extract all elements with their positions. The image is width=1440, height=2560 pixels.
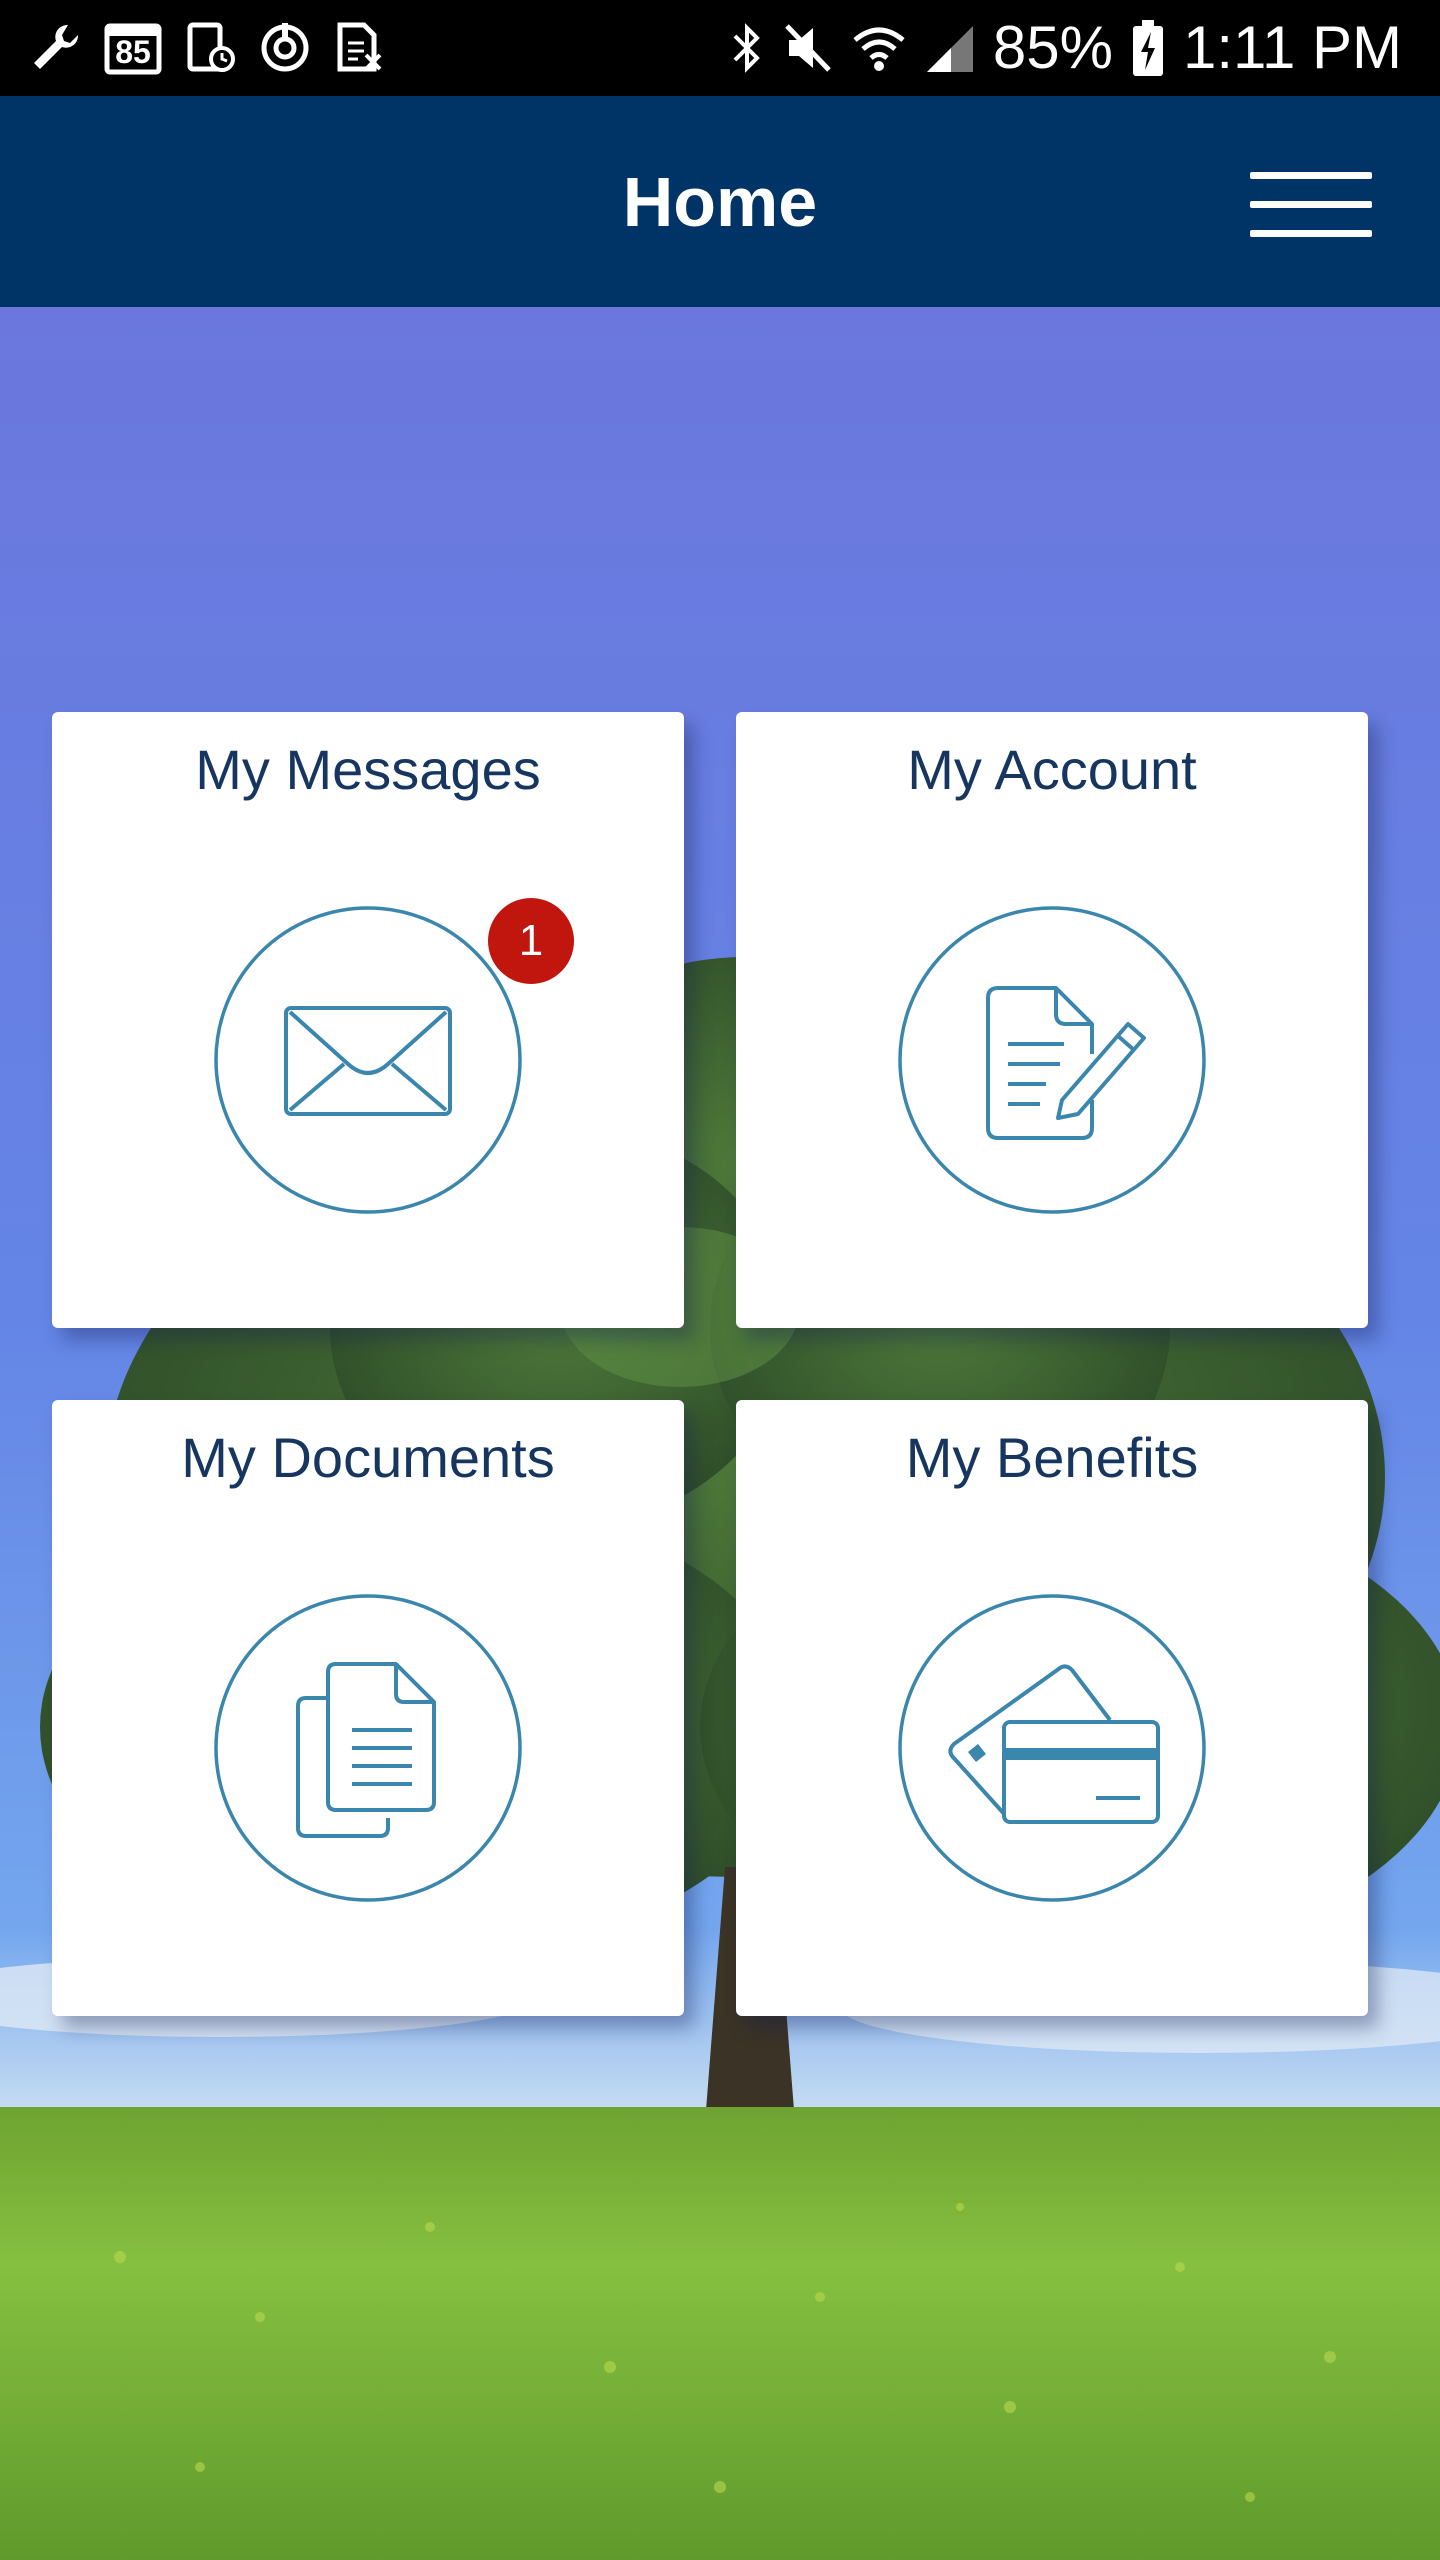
unread-count-badge: 1: [488, 898, 574, 984]
notification-icons: 85: [28, 18, 384, 78]
wrench-icon: [28, 21, 82, 75]
app-screen: 85 85% 1:11 PM Home My Messages 1 My Acc…: [0, 0, 1440, 2560]
tile-label: My Benefits: [905, 1426, 1199, 1489]
wifi-icon: [851, 20, 907, 76]
screenshot-icon: [184, 21, 236, 75]
page-title: Home: [622, 163, 818, 241]
documents-icon: [212, 1592, 524, 1904]
tile-my-benefits[interactable]: My Benefits: [736, 1400, 1368, 2016]
bluetooth-icon: [729, 20, 765, 76]
tile-label: My Messages: [195, 738, 541, 801]
system-icons: 85% 1:11 PM: [729, 14, 1402, 82]
battery-icon: [1131, 18, 1165, 78]
signal-icon: [925, 20, 975, 76]
tile-my-messages[interactable]: My Messages 1: [52, 712, 684, 1328]
clock: 1:11 PM: [1183, 14, 1402, 81]
tile-my-documents[interactable]: My Documents: [52, 1400, 684, 2016]
hamburger-menu-icon[interactable]: [1250, 168, 1372, 240]
battery-percent: 85%: [992, 14, 1113, 81]
calendar-85-icon: 85: [104, 20, 162, 76]
tile-label: My Documents: [181, 1426, 555, 1489]
envelope-icon: [212, 904, 524, 1216]
document-edit-icon: [896, 904, 1208, 1216]
calendar-day: 85: [115, 34, 151, 70]
tile-label: My Account: [907, 738, 1197, 801]
status-bar: 85 85% 1:11 PM: [0, 0, 1440, 96]
tile-my-account[interactable]: My Account: [736, 712, 1368, 1328]
app-header: Home: [0, 96, 1440, 307]
sync-icon: [258, 21, 312, 75]
sim-icon: [334, 21, 384, 75]
mute-icon: [783, 20, 833, 76]
cards-icon: [896, 1592, 1208, 1904]
